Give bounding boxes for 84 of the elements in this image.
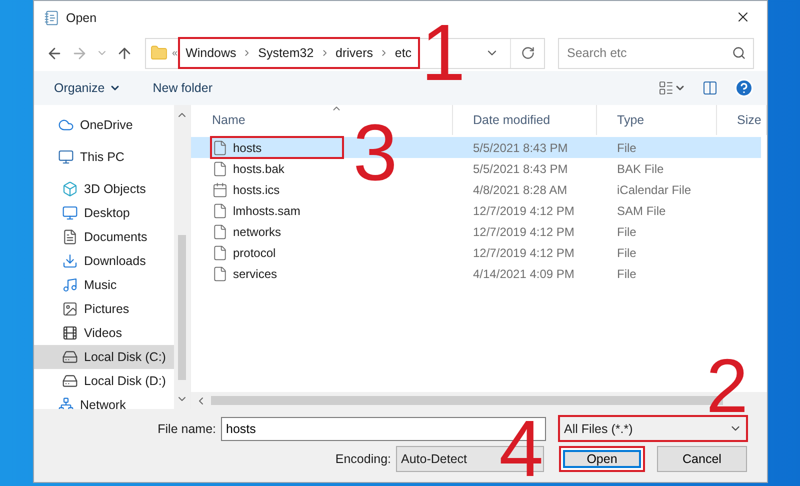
type-cell-text: File [616,246,638,260]
sidebar-item[interactable]: Music [34,273,174,297]
sidebar-item[interactable]: Videos [34,321,174,345]
network-icon [58,397,74,409]
drive-icon [62,373,78,389]
file-name-label: File name: [158,422,216,436]
notepad-icon [44,10,60,26]
sidebar-item[interactable]: This PC [34,145,174,169]
sidebar-item[interactable]: Local Disk (C:) [34,345,174,369]
picture-icon [62,301,78,317]
type-cell-text: File [616,140,638,154]
breadcrumb[interactable]: etc [394,46,412,60]
help-icon [734,78,754,98]
breadcrumb[interactable]: Windows [186,46,236,60]
date-cell-text: 4/14/2021 4:09 PM [472,266,576,280]
date-cell-text: 5/5/2021 8:43 PM [472,162,569,176]
file-name: services [233,266,278,280]
file-icon [212,224,228,240]
search-field[interactable]: Search etc [558,38,754,68]
desktop-icon [62,205,78,221]
date-cell-text: 5/5/2021 8:43 PM [472,140,569,154]
type-cell-text: SAM File [616,204,667,218]
file-icon [212,266,228,282]
column-header[interactable]: Date modified [453,105,597,135]
file-icon [212,244,228,260]
sidebar-item[interactable]: Desktop [34,201,174,225]
new-folder-button[interactable]: New folder [150,79,214,97]
date-cell-text: 12/7/2019 4:12 PM [472,204,576,218]
drive-icon [62,349,78,365]
file-name: hosts.ics [233,182,280,196]
type-cell-text: File [616,224,638,238]
breadcrumb[interactable]: System32 [258,46,314,60]
video-icon [62,325,78,341]
cloud-icon [58,117,74,133]
type-cell-text: iCalendar File [616,182,692,196]
scrollbar-thumb[interactable] [178,235,186,380]
sidebar-item[interactable]: 3D Objects [34,177,174,201]
file-name: hosts [233,140,262,154]
download-icon [62,253,78,269]
preview-pane-button[interactable] [701,79,719,97]
sidebar-item[interactable]: Local Disk (D:) [34,369,174,393]
cancel-button[interactable]: Cancel [657,446,747,472]
column-header[interactable]: Type [597,105,717,135]
calendar-icon [212,182,228,198]
date-cell-text: 4/8/2021 8:28 AM [472,182,568,196]
refresh-icon [520,46,534,60]
list-view-icon [658,80,674,96]
music-icon [62,277,78,293]
column-header[interactable]: Size [717,105,767,135]
type-cell-text: File [616,266,638,280]
encoding-label: Encoding: [335,452,391,466]
sidebar-item[interactable]: Network [34,393,174,409]
date-cell-text: 12/7/2019 4:12 PM [472,246,576,260]
pane-icon [702,80,718,96]
sidebar-item[interactable]: Downloads [34,249,174,273]
folder-icon [150,44,168,62]
window-title: Open [66,11,97,25]
file-row[interactable]: networks 12/7/2019 4:12 PM File [191,221,761,242]
date-cell-text: 12/7/2019 4:12 PM [472,224,576,238]
vertical-scrollbar[interactable] [174,105,190,409]
open-button[interactable]: Open [559,446,645,472]
file-name: hosts.bak [233,162,284,176]
overflow-indicator[interactable]: « [172,48,178,58]
file-name: protocol [233,246,276,260]
sidebar-item[interactable]: Pictures [34,297,174,321]
type-cell-text: BAK File [616,162,665,176]
file-row[interactable]: lmhosts.sam 12/7/2019 4:12 PM SAM File [191,200,761,221]
file-icon [212,202,228,218]
file-type-dropdown[interactable]: All Files (*.*) [559,416,747,441]
file-row[interactable]: services 4/14/2021 4:09 PM File [191,263,761,284]
computer-icon [58,149,74,165]
breadcrumb[interactable]: drivers [336,46,374,60]
sidebar-item[interactable]: OneDrive [34,113,174,137]
help-button[interactable] [733,77,755,99]
file-row[interactable]: protocol 12/7/2019 4:12 PM File [191,242,761,263]
organize-button[interactable]: Organize [52,79,123,97]
file-name: lmhosts.sam [233,204,300,218]
file-name: networks [233,224,282,238]
file-icon [212,140,228,156]
search-icon [732,46,746,60]
cube-icon [62,181,78,197]
sidebar-item[interactable]: Documents [34,225,174,249]
document-icon [62,229,78,245]
file-icon [212,160,228,176]
